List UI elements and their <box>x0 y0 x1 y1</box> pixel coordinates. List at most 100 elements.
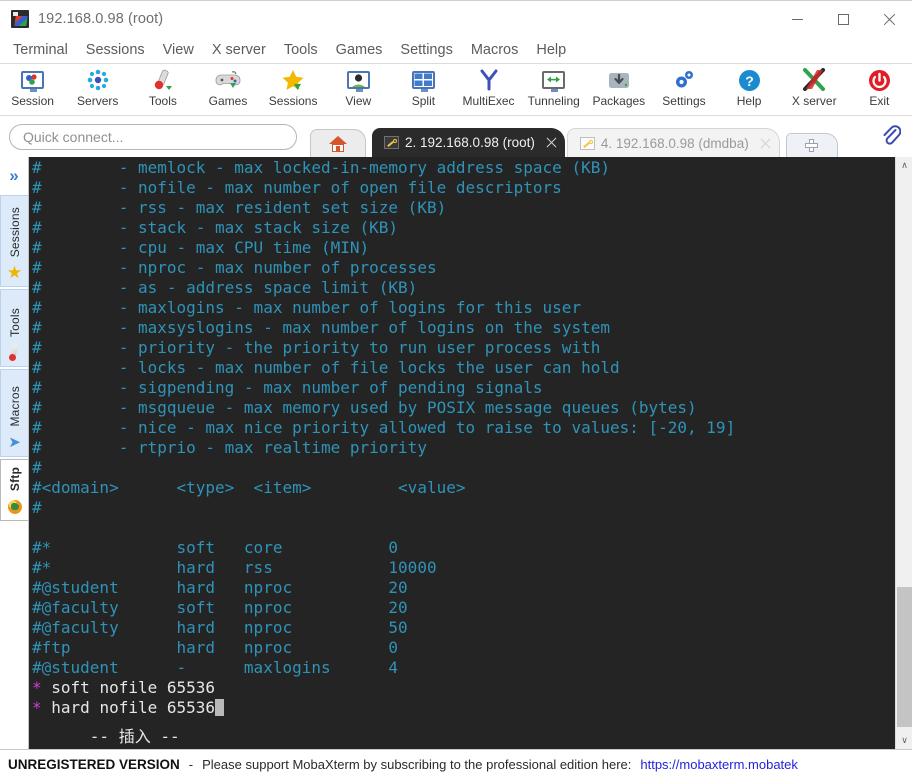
servers-icon <box>85 67 111 93</box>
minimize-button[interactable] <box>774 1 820 37</box>
terminal-text: #<domain> <type> <item> <value> <box>32 478 466 497</box>
toolbar-label-packages: Packages <box>592 94 646 108</box>
plus-icon <box>805 139 819 152</box>
paper-plane-icon: ➤ <box>8 434 21 451</box>
terminal-line: #@faculty hard nproc 50 <box>32 618 895 638</box>
terminal-line: # - msgqueue - max memory used by POSIX … <box>32 398 895 418</box>
scroll-up-icon[interactable]: ∧ <box>896 157 912 174</box>
tab-close-icon[interactable] <box>544 135 559 150</box>
terminal-text: # - cpu - max CPU time (MIN) <box>32 238 370 257</box>
games-icon <box>215 67 241 93</box>
terminal-line: # - maxsyslogins - max number of logins … <box>32 318 895 338</box>
mobaxterm-window: 192.168.0.98 (root) Terminal Sessions Vi… <box>0 0 912 778</box>
left-sidebar: » ★ Sessions Tools ➤ Macros Sftp <box>0 157 29 749</box>
vim-status-line: -- 插入 -- 61,20 97% <box>29 707 895 749</box>
terminal-line: #@faculty soft nproc 20 <box>32 598 895 618</box>
close-button[interactable] <box>866 1 912 37</box>
menu-item-settings[interactable]: Settings <box>391 37 461 63</box>
toolbar-button-help[interactable]: ? Help <box>717 64 782 114</box>
toolbar-button-exit[interactable]: Exit <box>847 64 912 114</box>
globe-icon <box>6 498 24 516</box>
toolbar-label-session: Session <box>11 94 54 108</box>
terminal-text: #@student hard nproc 20 <box>32 578 408 597</box>
toolbar-button-view[interactable]: View <box>326 64 391 114</box>
terminal-text: # - rtprio - max realtime priority <box>32 438 427 457</box>
terminal-line: # - nproc - max number of processes <box>32 258 895 278</box>
toolbar-button-games[interactable]: Games <box>195 64 260 114</box>
terminal-text: # - maxlogins - max number of logins for… <box>32 298 582 317</box>
banner-link[interactable]: https://mobaxterm.mobatek <box>640 757 798 772</box>
terminal-text: #@faculty hard nproc 50 <box>32 618 408 637</box>
terminal-text: #ftp hard nproc 0 <box>32 638 399 657</box>
help-icon: ? <box>736 67 762 93</box>
terminal-pane[interactable]: # - memlock - max locked-in-memory addre… <box>29 157 895 749</box>
terminal-line: #ftp hard nproc 0 <box>32 638 895 658</box>
terminal-text: # - stack - max stack size (KB) <box>32 218 399 237</box>
terminal-text: # - priority - the priority to run user … <box>32 338 601 357</box>
split-icon <box>410 67 436 93</box>
toolbar-button-tunneling[interactable]: Tunneling <box>521 64 586 114</box>
terminal-text: # - nice - max nice priority allowed to … <box>32 418 736 437</box>
toolbar-label-multiexec: MultiExec <box>462 94 515 108</box>
maximize-button[interactable] <box>820 1 866 37</box>
sidebar-item-sessions[interactable]: ★ Sessions <box>0 195 28 287</box>
session-icon <box>20 67 46 93</box>
toolbar-label-split: Split <box>411 94 436 108</box>
terminal-line: #* soft core 0 <box>32 538 895 558</box>
menu-item-sessions[interactable]: Sessions <box>77 37 154 63</box>
terminal-text: #@student - maxlogins 4 <box>32 658 399 677</box>
toolbar-button-session[interactable]: Session <box>0 64 65 114</box>
window-controls <box>774 1 912 37</box>
tunneling-icon <box>541 67 567 93</box>
toolbar-button-packages[interactable]: Packages <box>586 64 651 114</box>
tab-close-icon[interactable] <box>758 136 773 151</box>
menu-item-view[interactable]: View <box>154 37 203 63</box>
toolbar-button-split[interactable]: Split <box>391 64 456 114</box>
terminal-line: #@student - maxlogins 4 <box>32 658 895 678</box>
sidebar-item-sftp[interactable]: Sftp <box>0 459 28 521</box>
terminal-scrollbar[interactable]: ∧ ∨ <box>895 157 912 749</box>
scroll-down-icon[interactable]: ∨ <box>896 732 912 749</box>
terminal-text: #@faculty soft nproc 20 <box>32 598 408 617</box>
toolbar-label-tools: Tools <box>148 94 177 108</box>
terminal-text: #* soft core 0 <box>32 538 399 557</box>
toolbar-button-servers[interactable]: Servers <box>65 64 130 114</box>
toolbar-button-tools[interactable]: Tools <box>130 64 195 114</box>
paperclip-icon[interactable] <box>881 124 901 146</box>
xserver-icon <box>801 67 827 93</box>
menu-item-macros[interactable]: Macros <box>462 37 528 63</box>
menu-item-games[interactable]: Games <box>327 37 392 63</box>
scrollbar-thumb[interactable] <box>897 587 912 727</box>
sidebar-item-macros[interactable]: ➤ Macros <box>0 369 28 457</box>
unregistered-banner: UNREGISTERED VERSION - Please support Mo… <box>0 749 912 778</box>
new-tab-button[interactable] <box>785 133 838 157</box>
terminal-line: # - rss - max resident set size (KB) <box>32 198 895 218</box>
tab-label: 4. 192.168.0.98 (dmdba) <box>600 135 749 151</box>
terminal-line: # - rtprio - max realtime priority <box>32 438 895 458</box>
terminal-text: #* hard rss 10000 <box>32 558 437 577</box>
key-icon <box>384 136 399 149</box>
sidebar-label-tools: Tools <box>7 307 22 337</box>
tab-home[interactable] <box>310 129 366 157</box>
menu-item-tools[interactable]: Tools <box>275 37 327 63</box>
menu-item-x-server[interactable]: X server <box>203 37 275 63</box>
toolbar-button-x-server[interactable]: X server <box>782 64 847 114</box>
tab-strip: Quick connect... 2. 192.168.0.98 (root) … <box>0 116 912 157</box>
sidebar-item-tools[interactable]: Tools <box>0 289 28 367</box>
terminal-line: # <box>32 458 895 478</box>
toolbar-label-exit: Exit <box>869 94 890 108</box>
menu-item-terminal[interactable]: Terminal <box>4 37 77 63</box>
toolbar-button-settings[interactable]: Settings <box>651 64 716 114</box>
quick-connect-input[interactable]: Quick connect... <box>9 123 297 150</box>
tab-session-2[interactable]: 2. 192.168.0.98 (root) <box>372 128 565 157</box>
banner-message: Please support MobaXterm by subscribing … <box>202 756 632 772</box>
chevron-double-right-icon[interactable]: » <box>0 157 28 195</box>
toolbar-label-view: View <box>345 94 372 108</box>
toolbar-button-sessions[interactable]: Sessions <box>261 64 326 114</box>
tab-session-4[interactable]: 4. 192.168.0.98 (dmdba) <box>566 128 780 157</box>
toolbar-button-multiexec[interactable]: MultiExec <box>456 64 521 114</box>
toolbar: Session Servers Tools Games Sessions Vie… <box>0 64 912 116</box>
terminal-line: # <box>32 498 895 518</box>
menu-item-help[interactable]: Help <box>527 37 575 63</box>
terminal-line: # - as - address space limit (KB) <box>32 278 895 298</box>
